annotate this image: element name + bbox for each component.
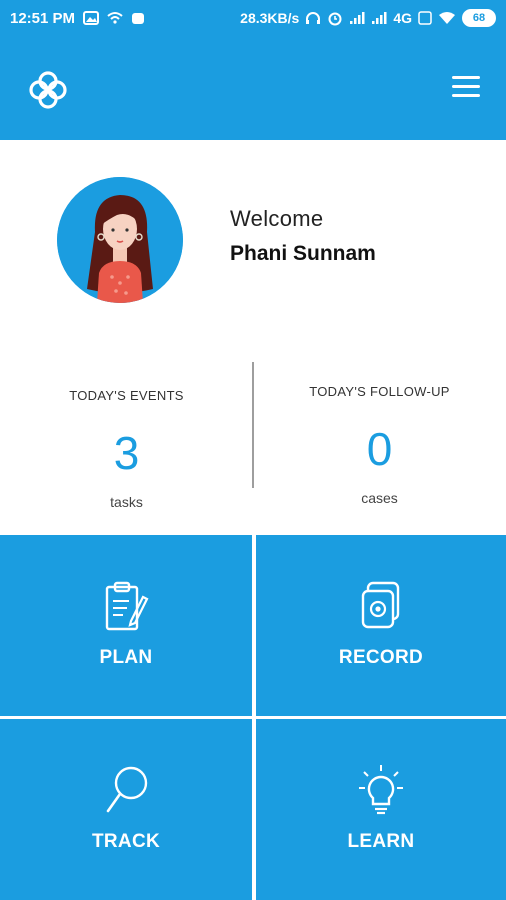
profile-section: Welcome Phani Sunnam [0,140,506,350]
status-right: 28.3KB/s 4G 68 [240,9,496,27]
record-tile[interactable]: RECORD [256,535,506,716]
todays-followup-stat[interactable]: TODAY'S FOLLOW-UP 0 cases [253,350,506,535]
menu-line [452,76,480,79]
todays-followup-count: 0 [366,423,393,475]
track-tile[interactable]: TRACK [0,719,252,900]
network-speed: 28.3KB/s [240,10,300,26]
menu-line [452,85,480,88]
app-bar [0,36,506,140]
learn-label: LEARN [347,831,415,852]
network-type: 4G [393,10,412,26]
signal-1-icon [349,11,365,25]
alarm-icon [327,10,343,26]
hamburger-menu-icon[interactable] [452,76,480,100]
status-time: 12:51 PM [10,9,76,27]
welcome-text: Welcome [230,206,324,231]
learn-tile[interactable]: LEARN [256,719,506,900]
headphones-icon [305,11,321,25]
avatar[interactable] [57,177,183,303]
todays-events-unit: tasks [110,494,143,510]
todays-events-label: TODAY'S EVENTS [69,388,184,403]
todays-followup-label: TODAY'S FOLLOW-UP [309,384,450,399]
volte-icon [418,10,432,26]
app-notification-icon [131,11,145,25]
stats-section: TODAY'S EVENTS 3 tasks TODAY'S FOLLOW-UP… [0,350,506,535]
clover-logo-icon[interactable] [28,70,68,110]
record-label: RECORD [338,647,424,668]
wifi-small-icon [107,11,123,25]
lightbulb-icon [356,763,406,817]
menu-line [452,94,480,97]
signal-2-icon [371,11,387,25]
action-grid: PLAN RECORD TRACK LEARN [0,535,506,900]
wifi-icon [438,11,456,25]
magnifier-icon [101,763,151,817]
user-name: Phani Sunnam [230,242,376,265]
battery-indicator: 68 [462,9,496,27]
plan-tile[interactable]: PLAN [0,535,252,716]
status-bar: 12:51 PM 28.3KB/s 4G 68 [0,0,506,36]
todays-events-stat[interactable]: TODAY'S EVENTS 3 tasks [0,350,253,535]
status-left: 12:51 PM [10,10,145,27]
gallery-icon [83,11,100,25]
todays-events-count: 3 [113,427,140,479]
track-label: TRACK [92,831,160,852]
clipboard-pen-icon [101,579,151,633]
plan-label: PLAN [99,647,153,668]
record-stack-icon [356,579,406,633]
todays-followup-unit: cases [361,490,398,506]
